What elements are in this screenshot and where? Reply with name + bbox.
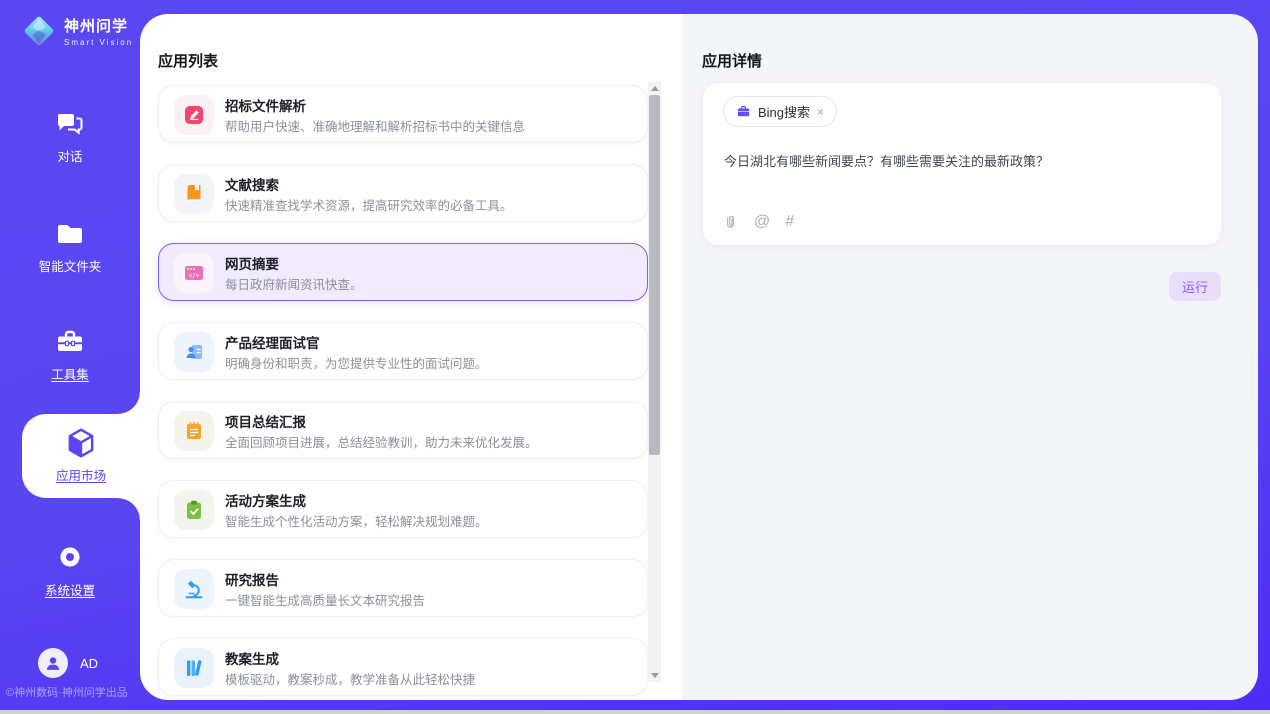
prompt-input[interactable]: 今日湖北有哪些新闻要点？有哪些需要关注的最新政策？	[724, 152, 1202, 172]
main-content: 应用列表 招标文件解析 帮助用户快速、准确地理解和解析招标书中的关键信息	[140, 14, 1258, 700]
sidebar-item-chat[interactable]: 对话	[0, 108, 140, 165]
sidebar-item-label: 系统设置	[0, 580, 140, 599]
app-name: 神州问学	[64, 15, 133, 36]
briefcase-icon	[736, 104, 751, 119]
prompt-card: Bing搜索 × 今日湖北有哪些新闻要点？有哪些需要关注的最新政策？ @ #	[702, 82, 1222, 246]
app-card-desc: 全面回顾项目进展，总结经验教训，助力未来优化发展。	[225, 432, 538, 451]
user-initials: AD	[80, 656, 98, 671]
app-card-desc: 每日政府新闻资讯快查。	[225, 274, 363, 293]
app-card-title: 研究报告	[225, 569, 279, 589]
app-card-desc: 明确身份和职责，为您提供专业性的面试问题。	[225, 353, 488, 372]
app-detail-panel: 应用详情 Bing搜索 × 今日湖北有哪些新闻要点？有哪些需要关注的最新政策？	[682, 14, 1258, 700]
sidebar-item-label: 应用市场	[22, 465, 140, 484]
scrollbar-thumb[interactable]	[649, 95, 660, 455]
sidebar-item-settings[interactable]: 系统设置	[0, 540, 140, 599]
app-card-lesson-plan[interactable]: 教案生成 模板驱动，教案秒成，教学准备从此轻松快捷	[158, 638, 648, 696]
copyright-note: ©神州数码·神州问学出品	[6, 684, 128, 700]
app-card-bid-parsing[interactable]: 招标文件解析 帮助用户快速、准确地理解和解析招标书中的关键信息	[158, 85, 648, 143]
app-card-title: 招标文件解析	[225, 95, 306, 115]
sidebar: 神州问学 Smart Vision 对话 智能文件夹	[0, 0, 140, 714]
toolbox-icon	[54, 326, 86, 358]
cube-icon	[64, 426, 98, 460]
interviewer-icon	[174, 332, 214, 372]
books-icon	[174, 648, 214, 688]
window-bottom-edge	[0, 710, 1270, 714]
app-card-desc: 模板驱动，教案秒成，教学准备从此轻松快捷	[225, 669, 475, 688]
app-detail-title: 应用详情	[702, 50, 762, 71]
app-list-panel: 应用列表 招标文件解析 帮助用户快速、准确地理解和解析招标书中的关键信息	[140, 14, 682, 700]
app-subtitle: Smart Vision	[64, 38, 133, 47]
attachment-icon[interactable]	[722, 214, 739, 231]
book-icon	[174, 174, 214, 214]
tool-chip-label: Bing搜索	[758, 102, 810, 121]
notepad-icon	[174, 411, 214, 451]
user-account[interactable]: AD	[38, 648, 98, 678]
run-button[interactable]: 运行	[1169, 272, 1221, 301]
app-card-desc: 帮助用户快速、准确地理解和解析招标书中的关键信息	[225, 116, 525, 135]
sidebar-item-smart-folder[interactable]: 智能文件夹	[0, 218, 140, 275]
sidebar-item-label: 对话	[0, 146, 140, 165]
sidebar-item-app-market[interactable]: 应用市场	[22, 414, 140, 498]
app-card-event-plan[interactable]: 活动方案生成 智能生成个性化活动方案，轻松解决规划难题。	[158, 480, 648, 538]
sidebar-item-label: 智能文件夹	[0, 256, 140, 275]
avatar	[38, 648, 68, 678]
app-card-desc: 快速精准查找学术资源，提高研究效率的必备工具。	[225, 195, 513, 214]
chat-icon	[54, 108, 86, 140]
svg-text:</>: </>	[189, 273, 200, 280]
person-icon	[43, 653, 63, 673]
app-card-title: 产品经理面试官	[225, 332, 320, 352]
app-card-desc: 一键智能生成高质量长文本研究报告	[225, 590, 425, 609]
scroll-down-icon[interactable]	[651, 673, 659, 678]
hashtag-icon[interactable]: #	[785, 213, 794, 231]
sidebar-item-toolset[interactable]: 工具集	[0, 326, 140, 383]
logo-diamond-icon	[20, 12, 58, 50]
app-card-literature-search[interactable]: 文献搜索 快速精准查找学术资源，提高研究效率的必备工具。	[158, 164, 648, 222]
gear-icon	[53, 540, 87, 574]
app-window: 神州问学 Smart Vision 对话 智能文件夹	[0, 0, 1270, 714]
app-card-title: 文献搜索	[225, 174, 279, 194]
mention-icon[interactable]: @	[754, 213, 770, 231]
edit-icon	[174, 95, 214, 135]
app-card-title: 活动方案生成	[225, 490, 306, 510]
app-card-title: 教案生成	[225, 648, 279, 668]
app-card-pm-interviewer[interactable]: 产品经理面试官 明确身份和职责，为您提供专业性的面试问题。	[158, 322, 648, 380]
prompt-toolbar: @ #	[722, 213, 794, 231]
browser-icon: </>	[174, 253, 214, 293]
app-card-title: 项目总结汇报	[225, 411, 306, 431]
scroll-up-icon[interactable]	[651, 86, 659, 91]
close-icon[interactable]: ×	[817, 105, 824, 119]
app-card-project-summary[interactable]: 项目总结汇报 全面回顾项目进展，总结经验教训，助力未来优化发展。	[158, 401, 648, 459]
app-card-web-summary[interactable]: </> 网页摘要 每日政府新闻资讯快查。	[158, 243, 648, 301]
app-card-title: 网页摘要	[225, 253, 279, 273]
app-list-title: 应用列表	[158, 50, 218, 71]
clipboard-check-icon	[174, 490, 214, 530]
app-card-research-report[interactable]: 研究报告 一键智能生成高质量长文本研究报告	[158, 559, 648, 617]
tool-chip-bing-search[interactable]: Bing搜索 ×	[723, 96, 837, 127]
app-logo: 神州问学 Smart Vision	[20, 12, 133, 50]
list-scrollbar[interactable]	[648, 82, 661, 682]
folder-icon	[54, 218, 86, 250]
app-card-desc: 智能生成个性化活动方案，轻松解决规划难题。	[225, 511, 488, 530]
sidebar-item-label: 工具集	[0, 364, 140, 383]
research-icon	[174, 569, 214, 609]
